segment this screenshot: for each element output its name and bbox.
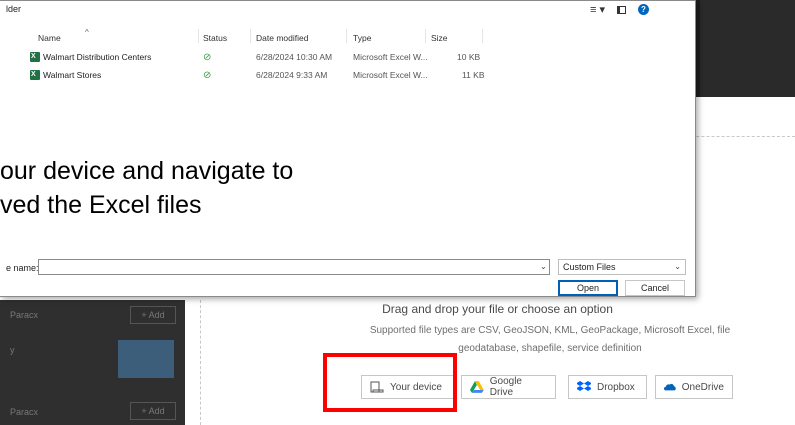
column-size[interactable]: Size [431,33,448,43]
onedrive-label: OneDrive [681,381,724,393]
column-divider [198,29,199,43]
add-button[interactable]: + Add [130,306,176,324]
file-name: Walmart Stores [43,70,102,80]
dialog-title: lder [6,4,22,14]
file-dialog: lder ≡ ▾ ? ^ Name Status Date modified T… [0,0,696,297]
file-type: Microsoft Excel W... [353,70,428,80]
column-type[interactable]: Type [353,33,371,43]
file-type-filter[interactable]: Custom Files ⌄ [558,259,686,275]
column-divider [482,29,483,43]
column-status[interactable]: Status [203,33,227,43]
file-size: 10 KB [457,52,481,62]
dialog-toolbar: ≡ ▾ ? [590,3,649,16]
google-drive-icon [470,381,484,393]
caption-line: ved the Excel files [0,191,202,219]
file-name-label: e name: [6,263,39,273]
onedrive-button[interactable]: OneDrive [655,375,733,399]
file-date: 6/28/2024 9:33 AM [256,70,328,80]
add-button[interactable]: + Add [130,402,176,420]
column-divider [250,29,251,43]
sort-caret-icon: ^ [85,28,89,37]
chevron-down-icon: ⌄ [674,262,681,271]
file-name: Walmart Distribution Centers [43,52,152,62]
file-date: 6/28/2024 10:30 AM [256,52,333,62]
synced-check-icon: ⊘ [203,70,212,81]
file-name-input[interactable] [38,259,550,275]
excel-file-icon [30,52,40,62]
cancel-button[interactable]: Cancel [625,280,685,296]
instruction-caption: our device and navigate to ved the Excel… [0,154,293,222]
file-type: Microsoft Excel W... [353,52,428,62]
synced-check-icon: ⊘ [203,52,212,63]
column-name[interactable]: Name [38,33,61,43]
file-row[interactable]: Walmart Distribution Centers ⊘ 6/28/2024… [26,50,496,66]
dashed-divider [200,300,201,425]
view-options-icon[interactable]: ≡ ▾ [590,3,605,16]
file-row[interactable]: Walmart Stores ⊘ 6/28/2024 9:33 AM Micro… [26,68,496,84]
drag-drop-text: Drag and drop your file or choose an opt… [382,302,613,316]
open-button[interactable]: Open [558,280,618,296]
dropbox-button[interactable]: Dropbox [568,375,647,399]
google-drive-button[interactable]: Google Drive [461,375,556,399]
column-date-modified[interactable]: Date modified [256,33,308,43]
help-icon[interactable]: ? [638,4,649,15]
map-thumbnail [118,340,174,378]
column-divider [425,29,426,43]
filter-value: Custom Files [563,262,616,272]
caption-line: our device and navigate to [0,157,294,185]
header-image [700,0,795,97]
preview-pane-icon[interactable] [617,5,626,14]
google-drive-label: Google Drive [489,376,522,398]
onedrive-icon [664,383,676,391]
highlight-box [323,353,457,412]
dropbox-icon [577,381,591,391]
dropbox-label: Dropbox [597,381,635,393]
excel-file-icon [30,70,40,80]
file-size: 11 KB [462,70,485,80]
chevron-down-icon[interactable]: ⌄ [540,262,547,271]
column-divider [346,29,347,43]
